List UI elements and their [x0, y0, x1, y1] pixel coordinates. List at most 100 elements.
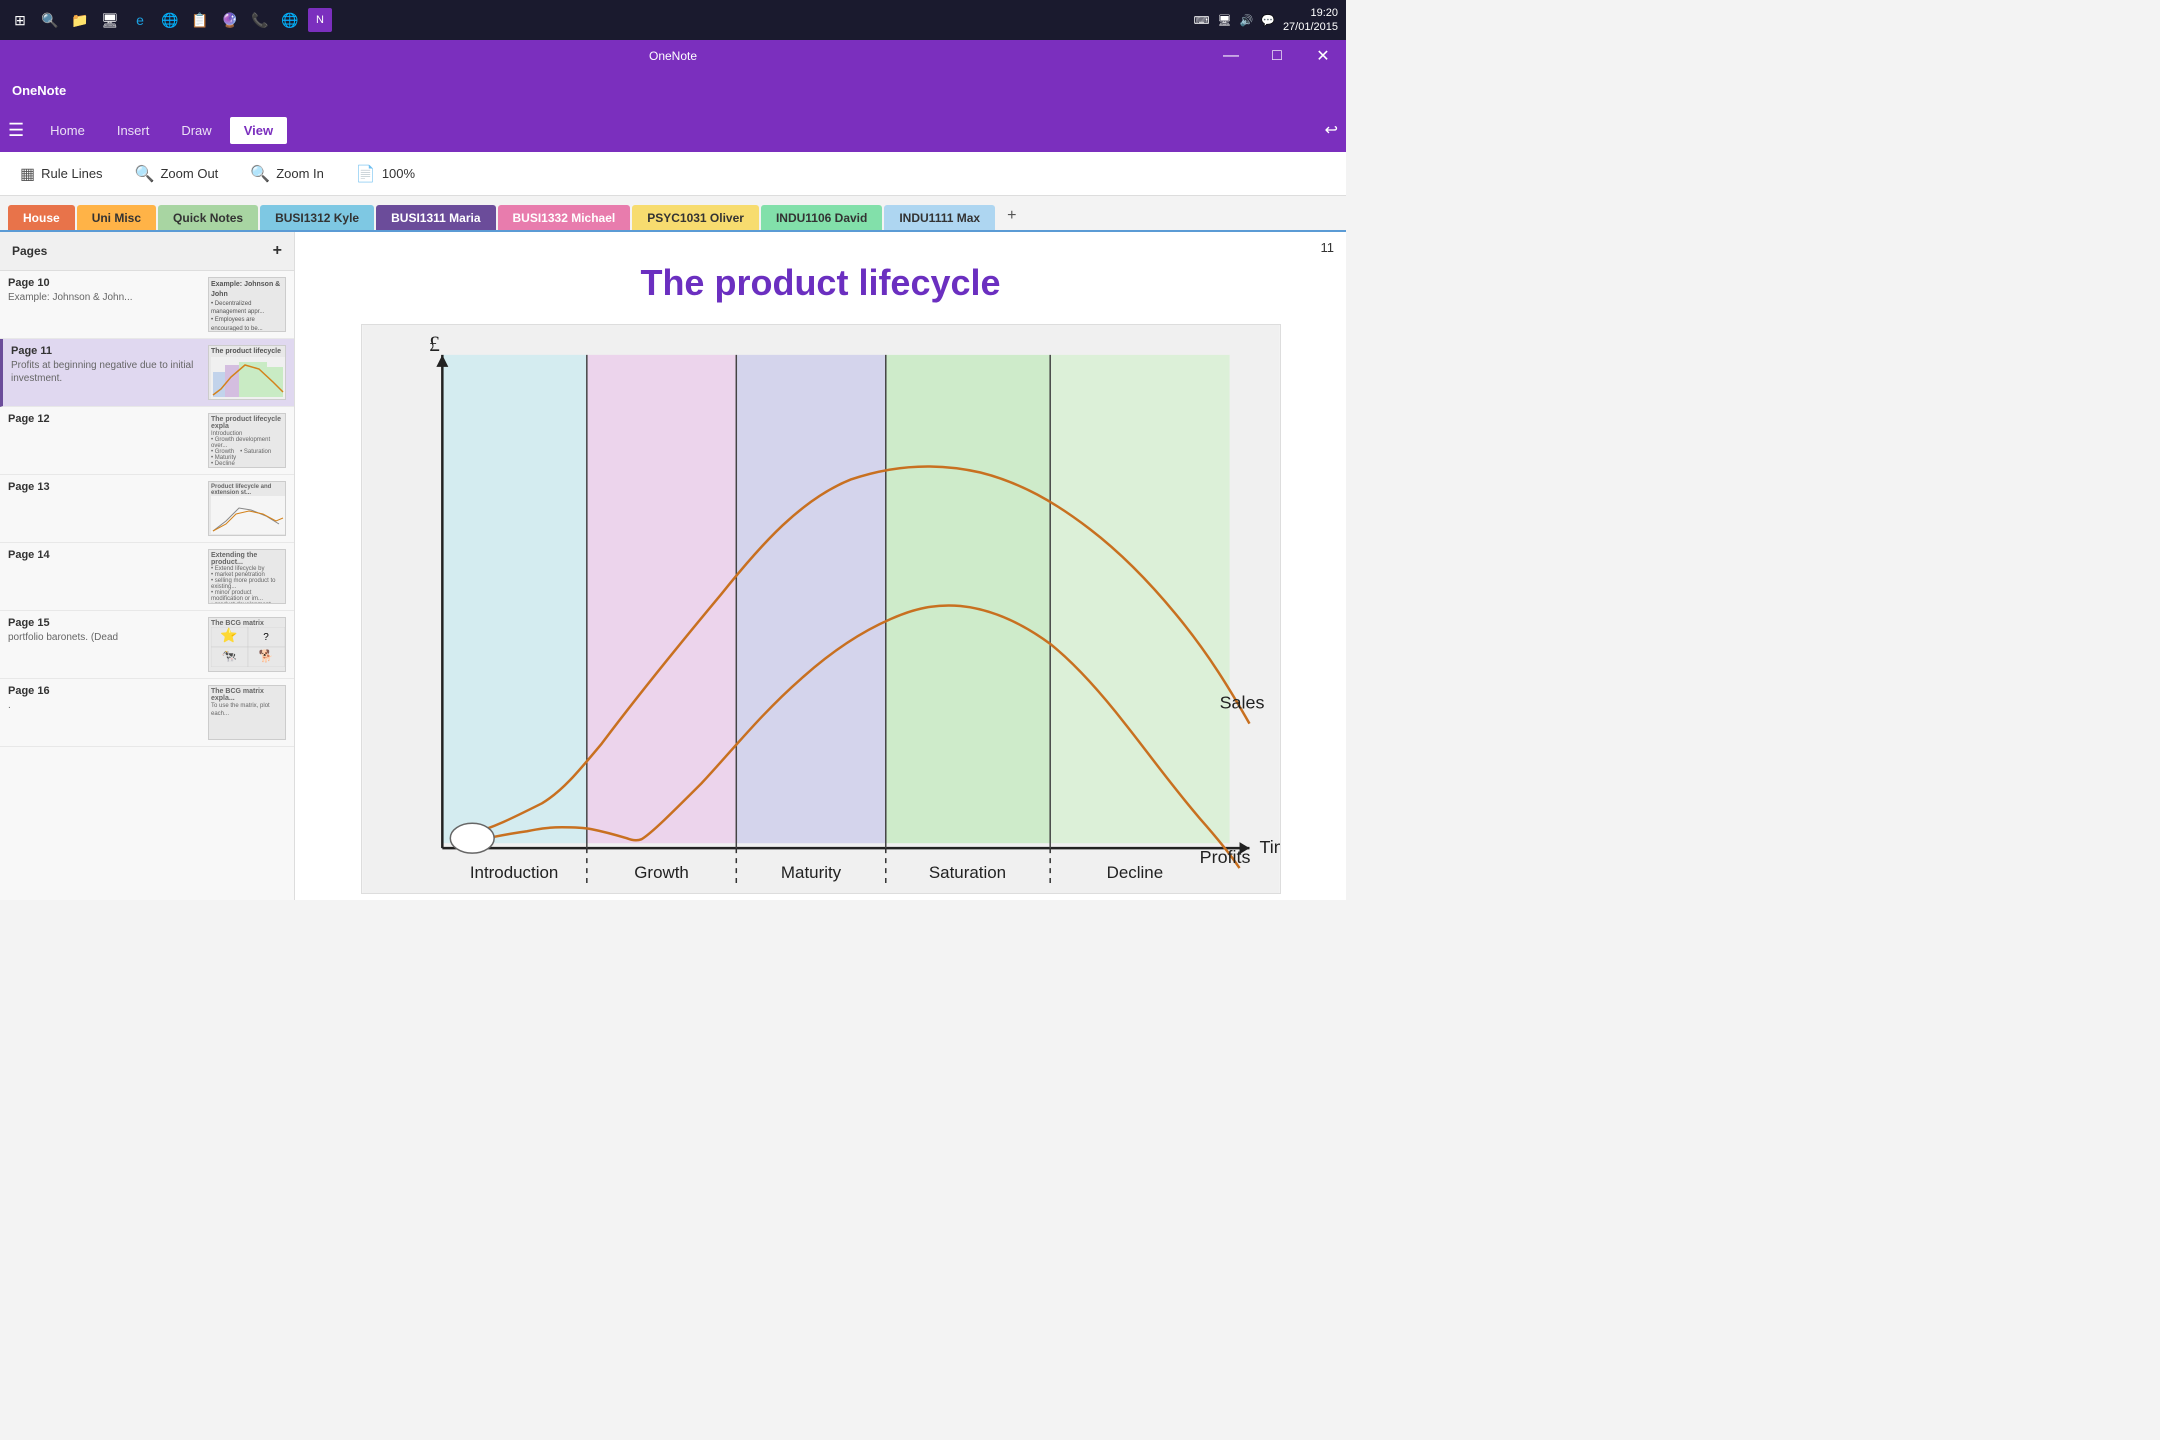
notebook-tabs: House Uni Misc Quick Notes BUSI1312 Kyle…	[0, 196, 1346, 232]
svg-text:Saturation: Saturation	[928, 863, 1005, 882]
page-item-13[interactable]: Page 13 Product lifecycle and extension …	[0, 475, 294, 543]
zoom-level-label: 100%	[382, 166, 415, 181]
svg-text:Maturity: Maturity	[780, 863, 841, 882]
svg-text:?: ?	[263, 632, 269, 643]
page-info-12: Page 12	[8, 413, 200, 427]
page-info-16: Page 16 .	[8, 685, 200, 712]
main-layout: Pages + Page 10 Example: Johnson & John.…	[0, 232, 1346, 900]
app1-icon[interactable]: 🌐	[158, 8, 182, 32]
tab-psyc1031[interactable]: PSYC1031 Oliver	[632, 205, 759, 230]
add-page-button[interactable]: +	[273, 242, 282, 260]
app-title: OneNote	[12, 83, 66, 98]
tab-home[interactable]: Home	[36, 117, 99, 144]
tab-quick-notes[interactable]: Quick Notes	[158, 205, 258, 230]
page-title-16: Page 16	[8, 685, 200, 697]
page-title-13: Page 13	[8, 481, 200, 493]
browser-icon[interactable]: 🖥	[98, 8, 122, 32]
minimize-button[interactable]: —	[1208, 40, 1254, 72]
page-item-14[interactable]: Page 14 Extending the product... • Exten…	[0, 543, 294, 611]
taskbar: ⊞ 🔍 📁 🖥 e 🌐 📋 🔮 📞 🌐 N ⌨ 🖥 🔊 💬 19:20 27/0…	[0, 0, 1346, 40]
page-info-15: Page 15 portfolio baronets. (Dead	[8, 617, 200, 644]
zoom-out-button[interactable]: 🔍 Zoom Out	[127, 160, 227, 188]
title-bar-label: OneNote	[649, 49, 697, 63]
page-thumbnail-11: The product lifecycle	[208, 345, 286, 400]
title-bar-controls: — □ ✕	[1208, 40, 1346, 72]
taskbar-left: ⊞ 🔍 📁 🖥 e 🌐 📋 🔮 📞 🌐 N	[8, 8, 332, 32]
page-item-15[interactable]: Page 15 portfolio baronets. (Dead The BC…	[0, 611, 294, 679]
ie-icon[interactable]: e	[128, 8, 152, 32]
tab-view[interactable]: View	[230, 117, 287, 144]
tab-draw[interactable]: Draw	[167, 117, 225, 144]
tab-busi1311-maria[interactable]: BUSI1311 Maria	[376, 205, 495, 230]
taskbar-time: 19:20 27/01/2015	[1283, 6, 1338, 35]
tab-insert[interactable]: Insert	[103, 117, 164, 144]
volume-icon[interactable]: 🔊	[1240, 14, 1254, 27]
page-title-11: Page 11	[11, 345, 200, 357]
maximize-button[interactable]: □	[1254, 40, 1300, 72]
tab-busi1312[interactable]: BUSI1312 Kyle	[260, 205, 374, 230]
page-item-11[interactable]: Page 11 Profits at beginning negative du…	[0, 339, 294, 407]
page-sub-10: Example: Johnson & John...	[8, 291, 200, 304]
windows-icon[interactable]: ⊞	[8, 8, 32, 32]
content-area: 11 The product lifecycle	[295, 232, 1346, 900]
page-sub-15: portfolio baronets. (Dead	[8, 631, 200, 644]
svg-text:Sales: Sales	[1219, 693, 1264, 713]
chrome-icon[interactable]: 🌐	[278, 8, 302, 32]
page-thumbnail-13: Product lifecycle and extension st...	[208, 481, 286, 536]
onenote-taskbar-icon[interactable]: N	[308, 8, 332, 32]
close-button[interactable]: ✕	[1300, 40, 1346, 72]
page-sub-11: Profits at beginning negative due to ini…	[11, 359, 200, 385]
app3-icon[interactable]: 🔮	[218, 8, 242, 32]
pages-label: Pages	[12, 244, 47, 258]
rule-lines-button[interactable]: ▦ Rule Lines	[12, 160, 111, 188]
zoom-out-label: Zoom Out	[160, 166, 218, 181]
tab-indu1106[interactable]: INDU1106 David	[761, 205, 882, 230]
search-icon[interactable]: 🔍	[38, 8, 62, 32]
page-number: 11	[1321, 240, 1335, 255]
sidebar: Pages + Page 10 Example: Johnson & John.…	[0, 232, 295, 900]
page-thumbnail-12: The product lifecycle expla Introduction…	[208, 413, 286, 468]
chat-icon[interactable]: 💬	[1261, 14, 1275, 27]
svg-text:⭐: ⭐	[220, 627, 237, 643]
title-bar: OneNote — □ ✕	[0, 40, 1346, 72]
zoom-in-label: Zoom In	[276, 166, 324, 181]
zoom-level-display[interactable]: 📄 100%	[348, 160, 423, 188]
page-info-11: Page 11 Profits at beginning negative du…	[11, 345, 200, 385]
page-info-14: Page 14	[8, 549, 200, 563]
svg-text:Growth: Growth	[634, 863, 689, 882]
zoom-level-icon: 📄	[356, 164, 376, 184]
zoom-out-icon: 🔍	[135, 164, 155, 184]
tab-indu1111[interactable]: INDU1111 Max	[884, 205, 995, 230]
rule-lines-icon: ▦	[20, 164, 35, 184]
page-item-10[interactable]: Page 10 Example: Johnson & John... Examp…	[0, 271, 294, 339]
page-title-12: Page 12	[8, 413, 200, 425]
taskbar-right: ⌨ 🖥 🔊 💬 19:20 27/01/2015	[1194, 6, 1338, 35]
hamburger-menu[interactable]: ☰	[8, 120, 24, 141]
page-item-16[interactable]: Page 16 . The BCG matrix expla... To use…	[0, 679, 294, 747]
svg-text:£: £	[428, 331, 439, 356]
tab-busi1332[interactable]: BUSI1332 Michael	[498, 205, 631, 230]
tab-house[interactable]: House	[8, 205, 75, 230]
svg-text:🐕: 🐕	[259, 649, 274, 663]
content-title: The product lifecycle	[325, 262, 1316, 304]
app2-icon[interactable]: 📋	[188, 8, 212, 32]
svg-text:Introduction: Introduction	[469, 863, 558, 882]
monitor-icon[interactable]: 🖥	[1218, 14, 1232, 27]
ribbon: ☰ Home Insert Draw View ↩	[0, 108, 1346, 152]
zoom-in-button[interactable]: 🔍 Zoom In	[242, 160, 332, 188]
toolbar: ▦ Rule Lines 🔍 Zoom Out 🔍 Zoom In 📄 100%	[0, 152, 1346, 196]
rule-lines-label: Rule Lines	[41, 166, 102, 181]
viber-icon[interactable]: 📞	[248, 8, 272, 32]
svg-text:Time: Time	[1259, 837, 1280, 857]
page-sub-16: .	[8, 699, 200, 712]
add-tab-button[interactable]: +	[997, 202, 1026, 230]
page-item-12[interactable]: Page 12 The product lifecycle expla Intr…	[0, 407, 294, 475]
app-title-bar: OneNote	[0, 72, 1346, 108]
page-info-13: Page 13	[8, 481, 200, 495]
page-title-14: Page 14	[8, 549, 200, 561]
undo-button[interactable]: ↩	[1325, 120, 1338, 140]
files-icon[interactable]: 📁	[68, 8, 92, 32]
tab-uni-misc[interactable]: Uni Misc	[77, 205, 156, 230]
zoom-in-icon: 🔍	[250, 164, 270, 184]
keyboard-icon[interactable]: ⌨	[1194, 14, 1210, 27]
